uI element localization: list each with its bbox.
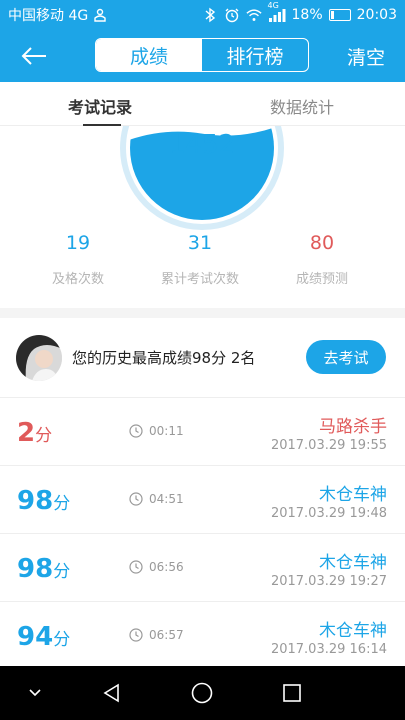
record-date: 2017.03.29 19:27 [270,574,387,589]
record-score: 94分 [17,622,70,652]
alarm-icon [224,7,240,23]
record-date: 2017.03.29 19:48 [270,506,387,521]
clock-icon [129,560,143,574]
best-score-row: 您的历史最高成绩98分 2名 去考试 [0,318,405,398]
carrier-person-icon [92,7,108,23]
best-score-text: 您的历史最高成绩98分 2名 [72,349,256,367]
record-title: 马路杀手 [319,417,387,437]
bluetooth-icon [202,7,218,23]
home-circle-icon[interactable] [189,680,215,706]
record-row[interactable]: 94分 06:57 木仓车神 2017.03.29 16:14 [0,602,405,666]
clock-icon [129,424,143,438]
avatar [16,335,62,381]
battery-icon [328,9,351,21]
gauge-value: 1452 [168,130,236,160]
record-score-unit: 分 [35,426,53,446]
section-divider [0,308,405,318]
record-duration: 00:11 [129,424,184,438]
clear-button[interactable]: 清空 [347,43,385,70]
stat-passed-label: 及格次数 [51,272,104,287]
tab-exam-records[interactable]: 考试记录 [68,94,132,118]
record-score-value: 94 [17,622,54,652]
tab-leaderboard[interactable]: 排行榜 [202,39,308,71]
chevron-down-icon[interactable] [22,680,48,706]
stat-prediction-value: 80 [309,232,335,254]
record-score-value: 2 [17,418,36,448]
record-duration: 04:51 [129,492,184,506]
record-score-unit: 分 [53,494,71,514]
stat-total-exams-label: 累计考试次数 [160,272,239,287]
record-score: 98分 [17,554,70,584]
record-score: 2分 [17,418,52,448]
record-date: 2017.03.29 16:14 [270,642,387,657]
record-title: 木仓车神 [319,553,387,573]
status-bar: 中国移动 4G 4G 18% 20:03 [0,0,405,30]
clock-icon [129,628,143,642]
system-nav-bar [0,666,405,720]
arrow-left-icon [21,47,46,65]
title-bar: 成绩 排行榜 清空 [0,30,405,82]
record-row[interactable]: 98分 04:51 木仓车神 2017.03.29 19:48 [0,466,405,534]
stat-prediction-label: 成绩预测 [295,272,348,287]
record-row[interactable]: 2分 00:11 马路杀手 2017.03.29 19:55 [0,398,405,466]
tab-data-statistics[interactable]: 数据统计 [270,94,334,118]
clock: 20:03 [356,7,397,23]
tab-scores[interactable]: 成绩 [96,39,202,71]
network-badge: 4G [267,1,279,10]
record-score: 98分 [17,486,70,516]
stat-passed: 19 及格次数 [18,232,138,287]
record-duration-value: 06:56 [149,560,184,574]
record-score-unit: 分 [53,630,71,650]
gauge-inner: 1452 [130,126,274,220]
battery-percent: 18% [291,7,323,23]
record-date: 2017.03.29 19:55 [270,438,387,453]
record-duration: 06:57 [129,628,184,642]
record-score-value: 98 [17,486,54,516]
record-title: 木仓车神 [319,485,387,505]
record-title: 木仓车神 [319,621,387,641]
wifi-icon [245,7,262,23]
signal-icon: 4G [268,1,286,22]
exam-records-list: 2分 00:11 马路杀手 2017.03.29 19:55 98分 04:51… [0,398,405,666]
record-score-unit: 分 [53,562,71,582]
stat-total-exams: 31 累计考试次数 [140,232,260,287]
record-duration-value: 06:57 [149,628,184,642]
recents-square-icon[interactable] [279,680,305,706]
score-gauge: 1452 [120,126,284,230]
back-triangle-icon[interactable] [99,680,125,706]
stat-prediction: 80 成绩预测 [262,232,382,287]
record-row[interactable]: 98分 06:56 木仓车神 2017.03.29 19:27 [0,534,405,602]
record-duration-value: 04:51 [149,492,184,506]
clock-icon [129,492,143,506]
stats-panel: 1452 19 及格次数 31 累计考试次数 80 成绩预测 [0,126,405,308]
sub-tabs: 考试记录 数据统计 [0,82,405,126]
record-duration: 06:56 [129,560,184,574]
back-button[interactable] [14,40,54,72]
record-score-value: 98 [17,554,54,584]
go-exam-button[interactable]: 去考试 [306,340,386,374]
record-duration-value: 00:11 [149,424,184,438]
stat-passed-value: 19 [65,232,91,254]
stat-total-exams-value: 31 [187,232,213,254]
carrier-label: 中国移动 4G [8,8,89,24]
segmented-control: 成绩 排行榜 [95,38,309,72]
